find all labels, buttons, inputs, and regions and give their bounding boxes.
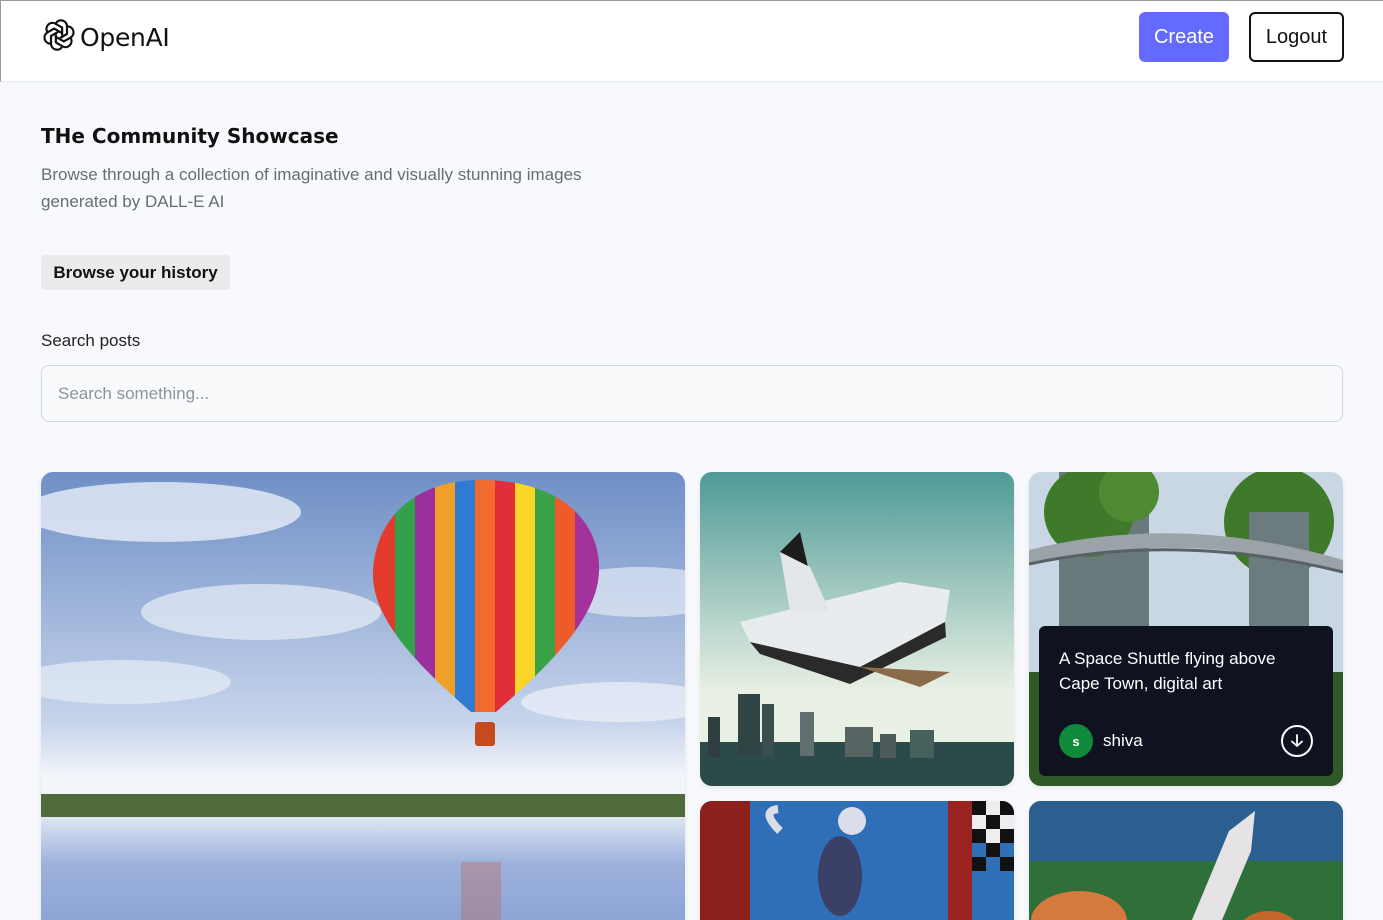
- search-input[interactable]: [41, 365, 1343, 422]
- gallery-card[interactable]: [700, 472, 1014, 786]
- image-hover-panel: A Space Shuttle flying above Cape Town, …: [1039, 626, 1333, 776]
- logout-button[interactable]: Logout: [1249, 12, 1344, 62]
- author-name: shiva: [1103, 731, 1143, 750]
- gallery-card[interactable]: A Space Shuttle flying above Cape Town, …: [1029, 472, 1343, 786]
- card-footer: s shiva: [1059, 724, 1313, 758]
- image-prompt: A Space Shuttle flying above Cape Town, …: [1059, 649, 1276, 693]
- page-subtitle: Browse through a collection of imaginati…: [41, 165, 582, 211]
- logo-text: OpenAI: [80, 22, 170, 52]
- gallery-card[interactable]: [1029, 801, 1343, 920]
- hot-air-balloon-image: [41, 472, 685, 920]
- avatar: s: [1059, 724, 1093, 758]
- gallery-card[interactable]: [41, 472, 685, 920]
- mouse-knife-image: [1029, 801, 1343, 920]
- download-icon[interactable]: [1281, 725, 1313, 757]
- create-button[interactable]: Create: [1139, 12, 1229, 62]
- space-shuttle-image: [700, 472, 1014, 786]
- openai-knot-icon: [41, 17, 77, 58]
- page-title: THe Community Showcase: [41, 124, 339, 148]
- search-label: Search posts: [41, 331, 141, 350]
- lemur-painting-image: [700, 801, 1014, 920]
- author: s shiva: [1059, 724, 1143, 758]
- gallery-card[interactable]: [700, 801, 1014, 920]
- browse-history-button[interactable]: Browse your history: [41, 255, 230, 290]
- openai-logo[interactable]: OpenAI: [41, 17, 170, 58]
- navbar: OpenAI Create Logout: [0, 0, 1383, 82]
